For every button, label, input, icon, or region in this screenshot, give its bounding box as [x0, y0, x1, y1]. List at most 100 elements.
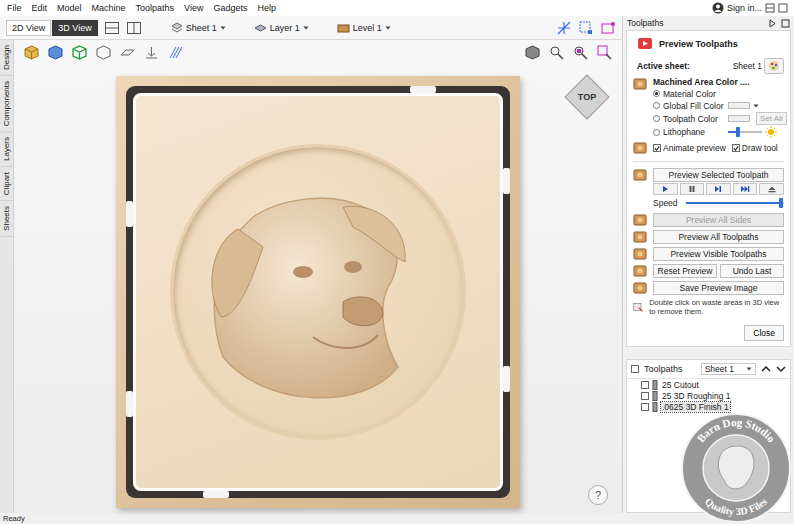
color-option[interactable]: Global Fill Color [653, 100, 784, 111]
view-cube-toggle-icon[interactable] [525, 45, 540, 60]
color-option[interactable]: Toolpath ColorSet All [653, 112, 784, 125]
menu-item[interactable]: Machine [87, 3, 131, 13]
player-group: Preview Selected Toolpath Speed [633, 168, 784, 210]
machined-area-icon [633, 77, 647, 91]
move-up-icon[interactable] [761, 364, 771, 374]
player-controls [653, 183, 784, 195]
checkbox[interactable] [653, 144, 661, 152]
active-sheet-row: Active sheet:Sheet 1 [633, 58, 784, 74]
help-button[interactable]: ? [588, 485, 608, 505]
float-icon[interactable] [781, 19, 790, 28]
main-area: 2D View3D View Sheet 1 Layer 1 Level 1 Desig… [0, 16, 622, 513]
radio[interactable] [653, 90, 660, 97]
toolpath-checkbox[interactable] [641, 381, 649, 389]
toolpath-checkbox[interactable] [641, 403, 649, 411]
account[interactable]: Sign in... [712, 2, 794, 14]
side-tab[interactable]: Components [0, 76, 13, 132]
menu-item[interactable]: Help [253, 3, 282, 13]
sheet-dropdown[interactable]: Sheet 1 [701, 363, 756, 375]
3d-view-canvas[interactable]: TOP? [14, 40, 622, 513]
action-button[interactable]: Preview Visible Toolpaths [653, 247, 784, 261]
toolpath-item[interactable]: 25 3D Roughing 1 [627, 390, 790, 401]
action-button[interactable]: Preview All Sides [653, 213, 784, 227]
panel-header: Toolpaths [623, 16, 794, 30]
pin-icon[interactable] [768, 19, 777, 28]
medallion [170, 144, 466, 440]
select-box-icon[interactable] [578, 20, 594, 36]
restore-panels-icon [765, 3, 775, 13]
color-group: Machined Area Color ....Material ColorGl… [633, 77, 784, 138]
player-button[interactable] [733, 183, 758, 195]
dropdown-caret-icon [303, 25, 309, 31]
toolpath-preview-icon [633, 264, 647, 278]
radio[interactable] [653, 102, 660, 109]
model-cube-icon[interactable] [48, 45, 63, 60]
option-checkbox[interactable]: Draw tool [732, 143, 778, 153]
action-button[interactable]: Preview All Toolpaths [653, 230, 784, 244]
player-button[interactable] [653, 183, 678, 195]
radio[interactable] [653, 115, 660, 122]
toolpath-checkbox[interactable] [641, 392, 649, 400]
view-tabs: 2D View3D View [6, 20, 98, 36]
color-option[interactable]: Lithophane [653, 126, 784, 138]
zoom-box-icon[interactable] [597, 45, 612, 60]
tool-icon [652, 391, 658, 401]
preview-selected-button[interactable]: Preview Selected Toolpath [653, 168, 784, 182]
speed-slider[interactable] [686, 202, 784, 204]
toolpath-item[interactable]: .0625 3D Finish 1 [627, 401, 790, 412]
option-checkbox[interactable]: Animate preview [653, 143, 726, 153]
color-swatch[interactable] [728, 115, 750, 122]
menu-item[interactable]: File [2, 3, 27, 13]
lithophane-slider[interactable] [728, 131, 762, 133]
action-button[interactable]: Reset Preview [653, 264, 717, 278]
level-selector[interactable]: Level 1 [337, 22, 391, 34]
player-button[interactable] [706, 183, 731, 195]
menu-item[interactable]: Gadgets [208, 3, 252, 13]
radio[interactable] [653, 129, 660, 136]
menu-item[interactable]: Toolpaths [131, 3, 180, 13]
plane-icon[interactable] [120, 45, 135, 60]
drop-icon[interactable] [144, 45, 159, 60]
all-toolpaths-checkbox[interactable] [631, 365, 639, 373]
single-view-icon[interactable] [104, 21, 120, 35]
dropdown-caret-icon [385, 25, 391, 31]
toolpath-item[interactable]: 25 Cutout [627, 379, 790, 390]
action-button[interactable]: Save Preview Image [653, 281, 784, 295]
green-cube-icon[interactable] [72, 45, 87, 60]
side-tab[interactable]: Clipart [0, 167, 13, 201]
menu-item[interactable]: View [179, 3, 208, 13]
bridge-tab [503, 168, 510, 194]
color-swatch[interactable] [728, 102, 750, 109]
layer-icon [254, 22, 267, 34]
set-all-button[interactable]: Set All [756, 112, 787, 125]
sun-icon [765, 126, 777, 138]
gold-cube-icon[interactable] [24, 45, 39, 60]
speed-row: Speed [653, 196, 784, 210]
color-option[interactable]: Material Color [653, 88, 784, 99]
side-tab[interactable]: Layers [0, 132, 13, 167]
snap-icon[interactable] [556, 20, 572, 36]
split-view-icon[interactable] [126, 21, 142, 35]
player-button[interactable] [680, 183, 705, 195]
side-tab[interactable]: Sheets [0, 201, 13, 237]
magenta-box-icon[interactable] [600, 20, 616, 36]
view-cube[interactable]: TOP [564, 74, 610, 120]
menu-item[interactable]: Edit [27, 3, 53, 13]
palette-icon[interactable] [764, 58, 784, 74]
side-tab[interactable]: Design [0, 40, 13, 76]
move-down-icon[interactable] [776, 364, 786, 374]
view-tab[interactable]: 3D View [52, 20, 97, 36]
menu-item[interactable]: Model [52, 3, 87, 13]
toolpath-preview-icon [633, 247, 647, 261]
zoom-in-icon[interactable] [549, 45, 564, 60]
player-button[interactable] [759, 183, 784, 195]
lines-icon[interactable] [168, 45, 183, 60]
outline-cube-icon[interactable] [96, 45, 111, 60]
sheet-selector[interactable]: Sheet 1 [170, 22, 226, 34]
close-button[interactable]: Close [744, 325, 784, 341]
checkbox[interactable] [732, 144, 740, 152]
layer-selector[interactable]: Layer 1 [254, 22, 309, 34]
view-tab[interactable]: 2D View [6, 20, 51, 36]
zoom-fit-icon[interactable] [573, 45, 588, 60]
action-button[interactable]: Undo Last [720, 264, 784, 278]
